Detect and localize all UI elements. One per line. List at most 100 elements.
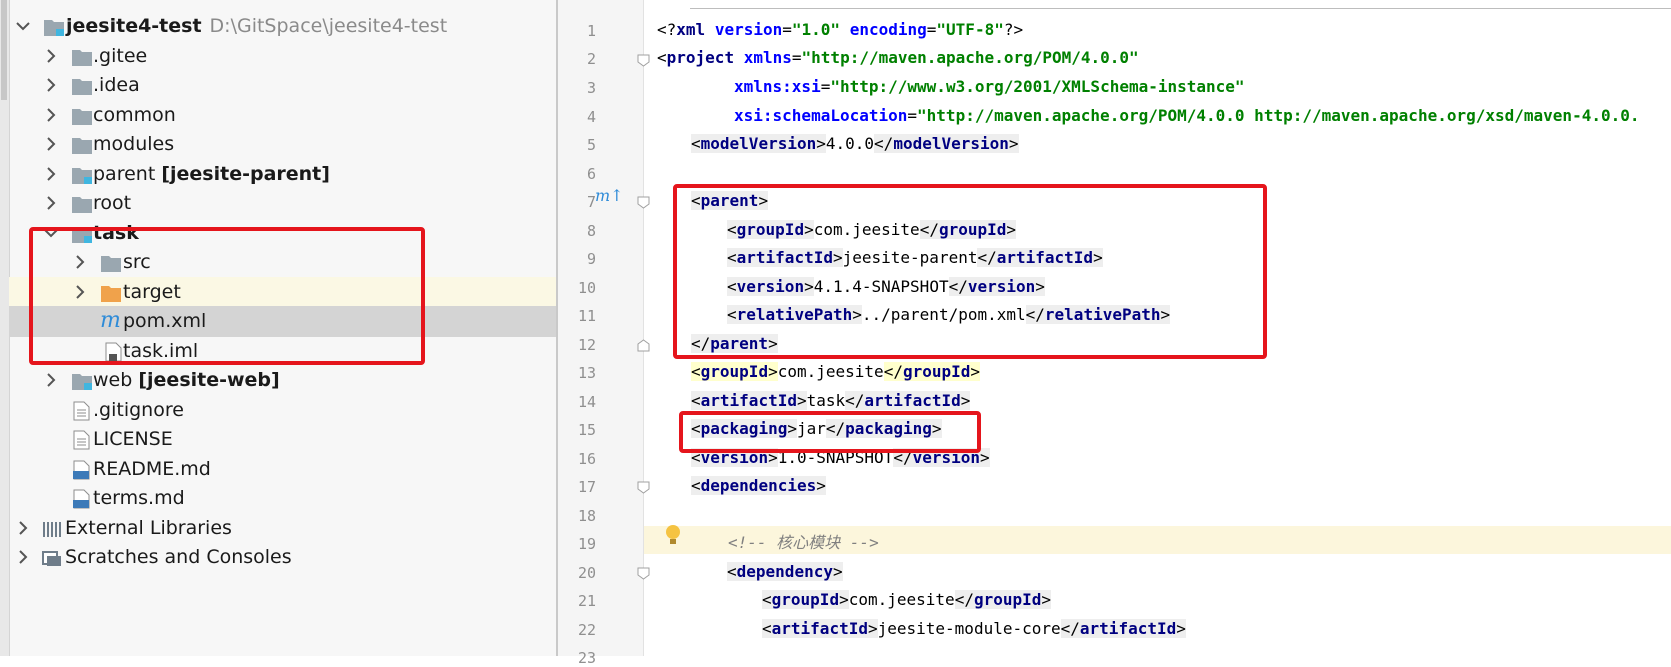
intention-bulb-icon[interactable] bbox=[664, 524, 682, 546]
tree-row-terms[interactable]: terms.md bbox=[9, 483, 556, 514]
folder-icon bbox=[72, 138, 92, 154]
line-number: 11 bbox=[577, 307, 596, 325]
chevron-right-icon[interactable] bbox=[14, 519, 32, 537]
line-number: 2 bbox=[586, 50, 596, 68]
editor-gutter bbox=[558, 0, 644, 656]
tree-row-scratches[interactable]: Scratches and Consoles bbox=[9, 542, 556, 573]
line-number: 16 bbox=[577, 450, 596, 468]
module-name: [jeesite-parent] bbox=[161, 163, 330, 185]
module-name: [jeesite-web] bbox=[138, 369, 280, 391]
line-number: 14 bbox=[577, 393, 596, 411]
fold-icon[interactable] bbox=[637, 481, 650, 494]
fold-icon[interactable] bbox=[637, 196, 650, 209]
code-line-22: <artifactId>jeesite-module-core</artifac… bbox=[762, 619, 1186, 638]
tree-item-label: .idea bbox=[93, 74, 140, 96]
tree-row-parent[interactable]: parent [jeesite-parent] bbox=[9, 159, 556, 190]
code-line-14: <artifactId>task</artifactId> bbox=[691, 391, 971, 410]
line-number: 17 bbox=[577, 478, 596, 496]
tree-item-label: terms.md bbox=[93, 487, 185, 509]
tree-row-root[interactable]: jeesite4-test D:\GitSpace\jeesite4-test bbox=[9, 11, 556, 42]
chevron-right-icon[interactable] bbox=[14, 548, 32, 566]
chevron-right-icon[interactable] bbox=[42, 165, 60, 183]
tree-row-license[interactable]: LICENSE bbox=[9, 424, 556, 455]
maven-override-icon[interactable]: m↑ bbox=[595, 186, 624, 205]
line-number: 8 bbox=[586, 222, 596, 240]
line-number: 23 bbox=[577, 649, 596, 667]
chevron-right-icon[interactable] bbox=[42, 194, 60, 212]
line-number: 5 bbox=[586, 136, 596, 154]
chevron-down-icon[interactable] bbox=[14, 17, 32, 35]
tree-item-label: README.md bbox=[93, 458, 211, 480]
tree-row-common[interactable]: common bbox=[9, 100, 556, 131]
annotation-box-task bbox=[29, 227, 425, 365]
line-number: 21 bbox=[577, 592, 596, 610]
line-number: 6 bbox=[586, 165, 596, 183]
code-line-17: <dependencies> bbox=[691, 476, 826, 495]
module-folder-icon bbox=[72, 168, 92, 184]
tree-row-readme[interactable]: README.md bbox=[9, 454, 556, 485]
line-number: 12 bbox=[577, 336, 596, 354]
chevron-right-icon[interactable] bbox=[42, 47, 60, 65]
line-number: 1 bbox=[586, 22, 596, 40]
line-number: 20 bbox=[577, 564, 596, 582]
folder-icon bbox=[72, 197, 92, 213]
chevron-right-icon[interactable] bbox=[42, 371, 60, 389]
chevron-right-icon[interactable] bbox=[42, 135, 60, 153]
tree-row-modules[interactable]: modules bbox=[9, 129, 556, 160]
tree-row-root-folder[interactable]: root bbox=[9, 188, 556, 219]
tree-item-label: modules bbox=[93, 133, 175, 155]
fold-icon[interactable] bbox=[637, 54, 650, 67]
annotation-box-packaging bbox=[679, 411, 981, 453]
chevron-right-icon[interactable] bbox=[42, 76, 60, 94]
line-number: 9 bbox=[586, 250, 596, 268]
line-number: 10 bbox=[577, 279, 596, 297]
line-number: 13 bbox=[577, 364, 596, 382]
tree-item-label: common bbox=[93, 104, 176, 126]
libraries-icon bbox=[43, 522, 61, 537]
tree-row-external-libraries[interactable]: External Libraries bbox=[9, 513, 556, 544]
project-tree-panel: jeesite4-test D:\GitSpace\jeesite4-test .… bbox=[0, 0, 556, 656]
fold-icon[interactable] bbox=[637, 339, 650, 352]
editor-tab-bar-edge bbox=[690, 0, 1671, 9]
module-folder-icon bbox=[72, 374, 92, 390]
markdown-file-icon bbox=[73, 489, 90, 509]
code-line-5: <modelVersion>4.0.0</modelVersion> bbox=[691, 134, 1019, 153]
code-line-3: xmlns:xsi="http://www.w3.org/2001/XMLSch… bbox=[734, 77, 1245, 96]
line-number: 7 bbox=[586, 193, 596, 211]
tree-item-label: .gitignore bbox=[93, 399, 184, 421]
line-number: 4 bbox=[586, 108, 596, 126]
folder-icon bbox=[72, 109, 92, 125]
line-number: 19 bbox=[577, 535, 596, 553]
scrollbar-thumb[interactable] bbox=[1, 0, 7, 100]
markdown-file-icon bbox=[73, 460, 90, 480]
tree-item-label: External Libraries bbox=[65, 517, 232, 539]
tree-item-label: Scratches and Consoles bbox=[65, 546, 292, 568]
tree-item-label: LICENSE bbox=[93, 428, 173, 450]
tree-row-gitee[interactable]: .gitee bbox=[9, 41, 556, 72]
text-file-icon bbox=[73, 401, 90, 421]
line-number: 18 bbox=[577, 507, 596, 525]
tree-item-label: .gitee bbox=[93, 45, 148, 67]
code-line-20: <dependency> bbox=[727, 562, 843, 581]
fold-icon[interactable] bbox=[637, 567, 650, 580]
line-number: 15 bbox=[577, 421, 596, 439]
tree-row-gitignore[interactable]: .gitignore bbox=[9, 395, 556, 426]
module-folder-icon bbox=[44, 20, 64, 36]
folder-icon bbox=[72, 50, 92, 66]
tree-item-label: web [jeesite-web] bbox=[93, 369, 280, 391]
chevron-right-icon[interactable] bbox=[42, 106, 60, 124]
annotation-box-parent bbox=[673, 184, 1267, 359]
code-line-21: <groupId>com.jeesite</groupId> bbox=[762, 590, 1052, 609]
code-line-19: <!-- 核心模块 --> bbox=[728, 533, 879, 552]
tree-item-label: root bbox=[93, 192, 132, 214]
tree-row-web[interactable]: web [jeesite-web] bbox=[9, 365, 556, 396]
tree-root-label: jeesite4-test D:\GitSpace\jeesite4-test bbox=[66, 15, 448, 37]
code-line-13: <groupId>com.jeesite</groupId> bbox=[691, 362, 981, 381]
text-file-icon bbox=[73, 430, 90, 450]
line-number: 22 bbox=[577, 621, 596, 639]
code-line-1: <?xml version="1.0" encoding="UTF-8"?> bbox=[657, 20, 1024, 39]
line-number: 3 bbox=[586, 79, 596, 97]
code-line-2: <project xmlns="http://maven.apache.org/… bbox=[657, 48, 1139, 67]
tree-row-idea[interactable]: .idea bbox=[9, 70, 556, 101]
tree-item-label: parent [jeesite-parent] bbox=[93, 163, 330, 185]
